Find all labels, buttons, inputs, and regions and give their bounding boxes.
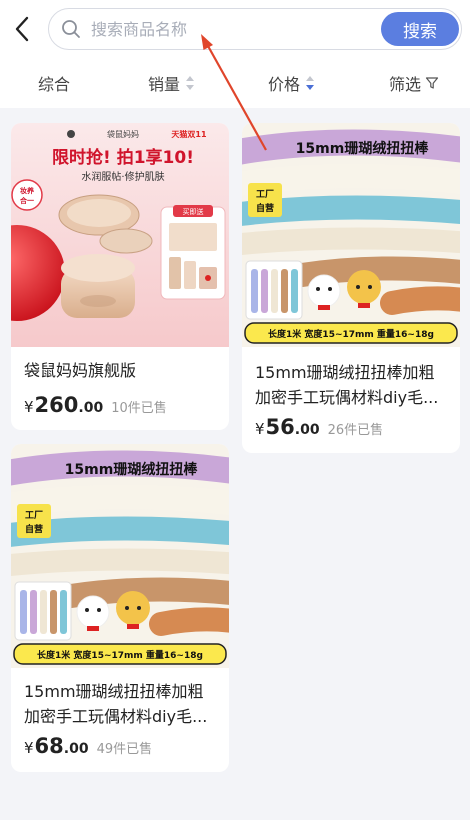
product-image: 15mm珊瑚绒扭扭棒 工厂 自营 长度1米 宽度15~17mm 重量16~18g [242,123,460,347]
filter-label: 筛选 [389,75,422,94]
sort-price[interactable]: 价格 [268,58,315,108]
svg-text:天猫双11: 天猫双11 [171,129,207,139]
sort-bar: 综合 销量 价格 筛选 [0,58,470,108]
svg-text:合一: 合一 [19,196,34,205]
product-title: 15mm珊瑚绒扭扭棒加粗加密手工玩偶材料diy毛... [24,682,208,726]
sort-sales[interactable]: 销量 [148,58,195,108]
sold-count: 49件已售 [96,742,153,757]
price-row: ¥ 68 .00 49件已售 [24,734,152,758]
svg-text:工厂: 工厂 [256,189,274,200]
price-integer: 68 [34,734,64,758]
currency-symbol: ¥ [255,420,265,438]
product-card[interactable]: 15mm珊瑚绒扭扭棒 工厂 自营 长度1米 宽度15~17mm 重量16~18g… [11,444,229,772]
search-bar[interactable]: 搜索 [48,8,462,50]
chevron-left-icon [15,16,29,42]
svg-text:妆养: 妆养 [20,186,34,195]
sold-count: 10件已售 [111,401,167,416]
price-decimal: .00 [294,422,320,438]
svg-text:自营: 自营 [25,523,43,535]
currency-symbol: ¥ [24,398,34,416]
svg-text:袋鼠妈妈: 袋鼠妈妈 [107,129,139,139]
product-title: 15mm珊瑚绒扭扭棒加粗加密手工玩偶材料diy毛... [255,363,439,407]
sort-comprehensive-label: 综合 [38,75,71,94]
sold-count: 26件已售 [327,423,384,438]
search-icon [62,20,80,38]
svg-text:水润服帖·修护肌肤: 水润服帖·修护肌肤 [81,170,164,183]
brand-logo-icon [67,130,75,138]
search-button[interactable]: 搜索 [381,12,459,46]
price-row: ¥ 260 .00 10件已售 [24,393,167,417]
svg-text:工厂: 工厂 [25,510,43,521]
product-image: 袋鼠妈妈 天猫双11 限时抢! 拍1享10! 水润服帖·修护肌肤 妆养 合一 买… [11,123,229,347]
svg-text:15mm珊瑚绒扭扭棒: 15mm珊瑚绒扭扭棒 [65,461,199,478]
svg-text:长度1米 宽度15~17mm 重量16~18g: 长度1米 宽度15~17mm 重量16~18g [268,328,434,340]
product-title: 袋鼠妈妈旗舰版 [24,361,137,380]
svg-text:自营: 自营 [256,202,274,214]
top-bar: 搜索 [0,0,470,58]
product-card[interactable]: 袋鼠妈妈 天猫双11 限时抢! 拍1享10! 水润服帖·修护肌肤 妆养 合一 买… [11,123,229,430]
price-decimal: .00 [63,741,89,757]
back-button[interactable] [8,12,36,46]
svg-text:长度1米 宽度15~17mm 重量16~18g: 长度1米 宽度15~17mm 重量16~18g [37,649,203,661]
price-integer: 56 [265,415,295,439]
sort-sales-label: 销量 [148,75,181,94]
price-integer: 260 [34,393,79,417]
svg-text:限时抢! 拍1享10!: 限时抢! 拍1享10! [52,147,194,168]
price-decimal: .00 [78,400,104,416]
price-row: ¥ 56 .00 26件已售 [255,415,383,439]
funnel-icon [425,77,439,89]
product-card[interactable]: 15mm珊瑚绒扭扭棒 工厂 自营 长度1米 宽度15~17mm 重量16~18g… [242,123,460,453]
sort-comprehensive[interactable]: 综合 [38,58,70,108]
svg-text:买即送: 买即送 [183,207,204,216]
product-image: 15mm珊瑚绒扭扭棒 工厂 自营 长度1米 宽度15~17mm 重量16~18g [11,444,229,668]
sort-arrows-icon [185,76,195,90]
filter-button[interactable]: 筛选 [389,58,439,108]
svg-text:15mm珊瑚绒扭扭棒: 15mm珊瑚绒扭扭棒 [296,140,430,157]
sort-arrows-icon [305,76,315,90]
search-input[interactable] [91,15,371,43]
sort-price-label: 价格 [268,75,301,94]
currency-symbol: ¥ [24,739,34,757]
